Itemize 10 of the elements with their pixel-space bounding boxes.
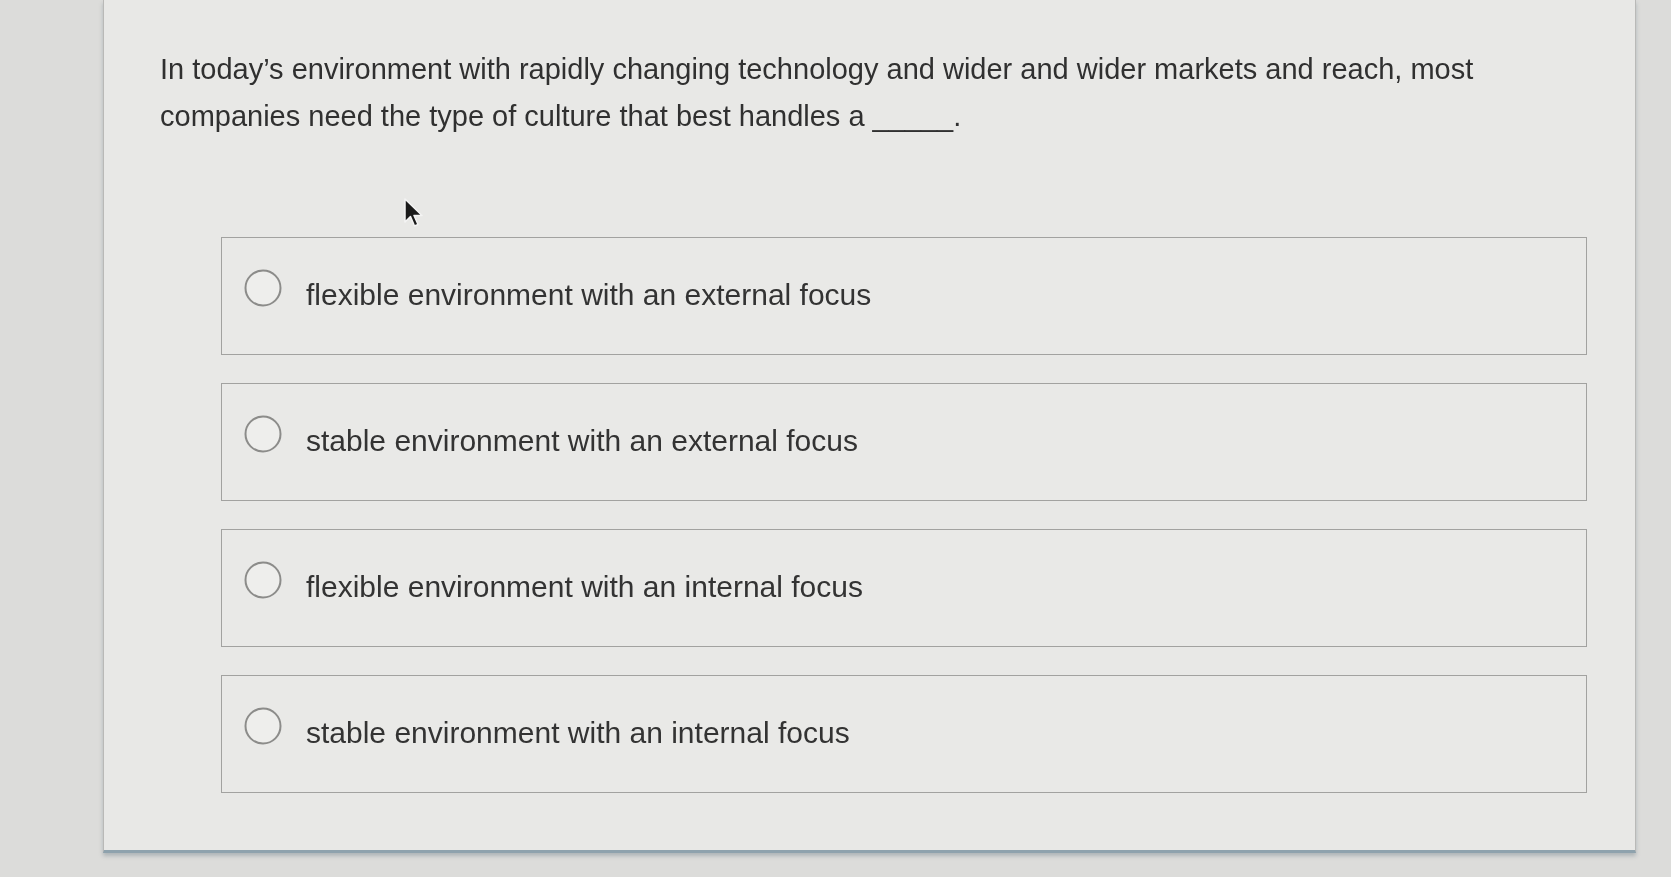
mouse-pointer-icon [404, 198, 424, 228]
radio-button[interactable] [244, 561, 282, 599]
radio-button[interactable] [244, 415, 282, 453]
answer-option[interactable]: flexible environment with an internal focus [221, 529, 1587, 647]
radio-button[interactable] [244, 707, 282, 745]
question-text: In today’s environment with rapidly changing technology and wider and wider markets and reach, most companies need the type of culture that best handles a _____. [160, 52, 1475, 134]
answer-option[interactable]: flexible environment with an external focus [221, 237, 1587, 355]
answer-option[interactable]: stable environment with an internal focus [221, 675, 1587, 793]
radio-button[interactable] [244, 269, 282, 307]
answer-option[interactable]: stable environment with an external focus [221, 383, 1587, 501]
